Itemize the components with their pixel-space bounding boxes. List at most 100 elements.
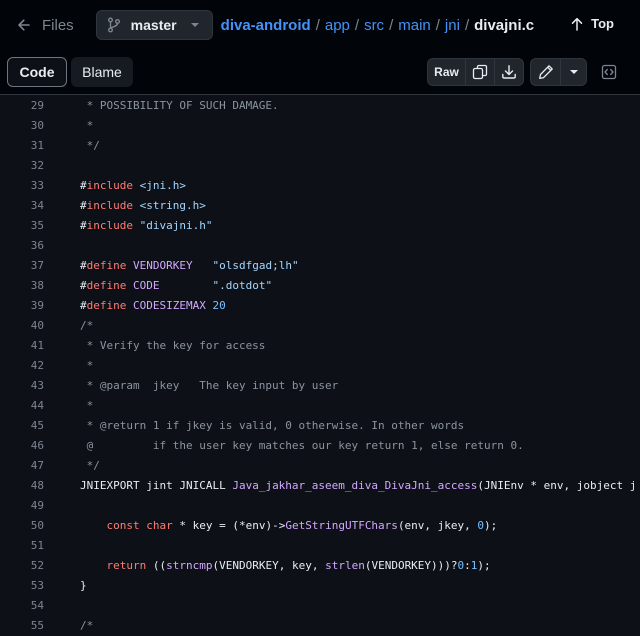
code-text: const char * key = (*env)->GetStringUTFC… <box>80 516 498 536</box>
code-text: * Verify the key for access <box>80 336 266 356</box>
code-square-icon <box>601 64 616 80</box>
files-toggle-button[interactable]: Files <box>16 17 74 34</box>
line-number[interactable]: 55 <box>4 616 44 636</box>
line-number[interactable]: 42 <box>4 356 44 376</box>
arrow-left-icon <box>18 19 30 31</box>
line-number[interactable]: 54 <box>4 596 44 616</box>
file-header: Files master diva-android / app / src / … <box>0 0 640 50</box>
code-token: return <box>106 559 147 572</box>
code-token: char <box>146 519 173 532</box>
raw-button[interactable]: Raw <box>428 59 465 85</box>
code-line: 40 /* <box>0 316 640 336</box>
breadcrumb-separator: / <box>389 16 394 34</box>
line-number[interactable]: 45 <box>4 416 44 436</box>
code-token: # <box>80 179 87 192</box>
code-token: 20 <box>212 299 226 312</box>
code-token: * <box>80 119 94 132</box>
tab-code[interactable]: Code <box>7 57 67 87</box>
code-token: define <box>86 299 127 312</box>
code-line: 32 <box>0 156 640 176</box>
code-token: * @return 1 if jkey is valid, 0 otherwis… <box>80 419 465 432</box>
breadcrumb-src-link[interactable]: src <box>364 17 384 34</box>
code-token: include <box>86 179 133 192</box>
code-token: * POSSIBILITY OF SUCH DAMAGE. <box>80 99 279 112</box>
breadcrumb-separator: / <box>435 16 440 34</box>
code-token: strlen <box>325 559 365 572</box>
line-number[interactable]: 34 <box>4 196 44 216</box>
line-number[interactable]: 48 <box>4 476 44 496</box>
edit-file-button[interactable] <box>531 59 560 85</box>
branch-name: master <box>130 17 177 33</box>
symbols-panel-button[interactable] <box>594 59 623 85</box>
view-mode-tabs: Code Blame <box>7 57 133 87</box>
line-number[interactable]: 38 <box>4 276 44 296</box>
code-token: # <box>80 299 87 312</box>
edit-options-dropdown[interactable] <box>560 59 586 85</box>
code-token: define <box>86 279 127 292</box>
breadcrumb-repo-link[interactable]: diva-android <box>221 17 311 34</box>
line-number[interactable]: 46 <box>4 436 44 456</box>
line-number[interactable]: 39 <box>4 296 44 316</box>
line-number[interactable]: 36 <box>4 236 44 256</box>
code-token: # <box>80 279 87 292</box>
breadcrumb-separator: / <box>354 16 360 34</box>
line-number[interactable]: 33 <box>4 176 44 196</box>
line-number[interactable]: 31 <box>4 136 44 156</box>
line-number[interactable]: 53 <box>4 576 44 596</box>
code-token: # <box>80 259 87 272</box>
breadcrumb-main-link[interactable]: main <box>398 17 431 34</box>
line-number[interactable]: 40 <box>4 316 44 336</box>
line-number[interactable]: 29 <box>4 96 44 116</box>
line-number[interactable]: 51 <box>4 536 44 556</box>
code-line: 35 #include "divajni.h" <box>0 216 640 236</box>
code-token: <string.h> <box>139 199 206 212</box>
code-token: GetStringUTFChars <box>285 519 398 532</box>
back-to-top-button[interactable]: Top <box>571 16 614 31</box>
copy-button[interactable] <box>465 59 494 85</box>
download-button[interactable] <box>494 59 523 85</box>
code-token: Java_jakhar_aseem_diva_DivaJni_access <box>232 479 478 492</box>
line-number[interactable]: 52 <box>4 556 44 576</box>
files-label: Files <box>42 16 74 34</box>
line-number[interactable]: 43 <box>4 376 44 396</box>
symbols-panel-group <box>593 58 624 86</box>
line-number[interactable]: 41 <box>4 336 44 356</box>
code-line: 30 * <box>0 116 640 136</box>
code-token: ); <box>477 559 491 572</box>
code-view[interactable]: 29 * POSSIBILITY OF SUCH DAMAGE. 30 * 31 *… <box>0 95 640 632</box>
code-token: define <box>86 259 127 272</box>
breadcrumb-jni-link[interactable]: jni <box>445 17 460 34</box>
line-number[interactable]: 49 <box>4 496 44 516</box>
code-line: 55 /* <box>0 616 640 636</box>
line-number[interactable]: 35 <box>4 216 44 236</box>
code-token: /* <box>80 319 94 332</box>
line-number[interactable]: 37 <box>4 256 44 276</box>
breadcrumb-app-link[interactable]: app <box>325 17 350 34</box>
code-token: include <box>86 199 133 212</box>
file-actions-group: Raw <box>427 58 524 86</box>
code-token: strncmp <box>166 559 213 572</box>
code-text: #include "divajni.h" <box>80 216 212 236</box>
line-number[interactable]: 50 <box>4 516 44 536</box>
edit-actions-group <box>530 58 587 86</box>
code-line: 52 return ((strncmp(VENDORKEY, key, strl… <box>0 556 640 576</box>
line-number[interactable]: 47 <box>4 456 44 476</box>
code-text: * @param jkey The key input by user <box>80 376 339 396</box>
code-token: CODE <box>133 279 160 292</box>
arrow-up-icon <box>571 17 583 31</box>
code-token: CODESIZEMAX <box>133 299 206 312</box>
code-token: (VENDORKEY, key, <box>212 559 326 572</box>
code-token: @ if the user key matches our key return… <box>80 439 524 452</box>
code-line: 31 */ <box>0 136 640 156</box>
line-number[interactable]: 44 <box>4 396 44 416</box>
tab-blame[interactable]: Blame <box>71 57 133 87</box>
download-icon <box>502 65 516 79</box>
line-number[interactable]: 32 <box>4 156 44 176</box>
code-text: * POSSIBILITY OF SUCH DAMAGE. <box>80 96 279 116</box>
line-number[interactable]: 30 <box>4 116 44 136</box>
branch-selector[interactable]: master <box>95 10 213 40</box>
